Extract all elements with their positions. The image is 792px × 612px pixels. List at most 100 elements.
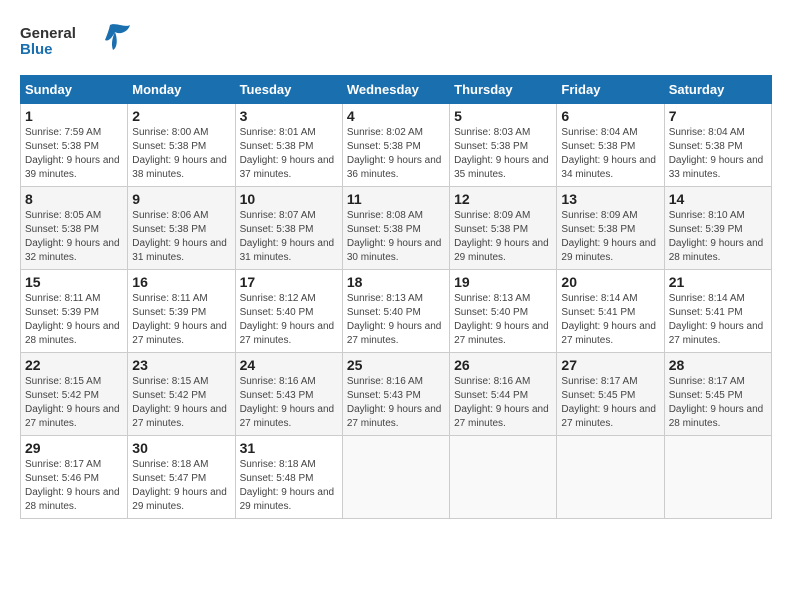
calendar-week-5: 29 Sunrise: 8:17 AM Sunset: 5:46 PM Dayl…: [21, 436, 772, 519]
sunrise-label: Sunrise: 8:10 AM: [669, 210, 745, 221]
calendar-week-2: 8 Sunrise: 8:05 AM Sunset: 5:38 PM Dayli…: [21, 187, 772, 270]
sunset-label: Sunset: 5:38 PM: [347, 141, 421, 152]
sunset-label: Sunset: 5:38 PM: [25, 224, 99, 235]
svg-text:Blue: Blue: [20, 41, 53, 58]
day-info: Sunrise: 8:12 AM Sunset: 5:40 PM Dayligh…: [240, 292, 338, 348]
sunset-label: Sunset: 5:43 PM: [347, 390, 421, 401]
calendar-cell: 21 Sunrise: 8:14 AM Sunset: 5:41 PM Dayl…: [664, 270, 771, 353]
day-info: Sunrise: 8:05 AM Sunset: 5:38 PM Dayligh…: [25, 209, 123, 265]
sunrise-label: Sunrise: 8:15 AM: [25, 376, 101, 387]
daylight-label: Daylight: 9 hours and 28 minutes.: [669, 238, 764, 263]
calendar-cell: 2 Sunrise: 8:00 AM Sunset: 5:38 PM Dayli…: [128, 104, 235, 187]
sunset-label: Sunset: 5:43 PM: [240, 390, 314, 401]
sunset-label: Sunset: 5:41 PM: [561, 307, 635, 318]
sunrise-label: Sunrise: 8:04 AM: [561, 127, 637, 138]
day-info: Sunrise: 7:59 AM Sunset: 5:38 PM Dayligh…: [25, 126, 123, 182]
day-info: Sunrise: 8:03 AM Sunset: 5:38 PM Dayligh…: [454, 126, 552, 182]
daylight-label: Daylight: 9 hours and 28 minutes.: [25, 487, 120, 512]
calendar-cell: 14 Sunrise: 8:10 AM Sunset: 5:39 PM Dayl…: [664, 187, 771, 270]
day-number: 19: [454, 274, 552, 290]
calendar-cell: 7 Sunrise: 8:04 AM Sunset: 5:38 PM Dayli…: [664, 104, 771, 187]
sunset-label: Sunset: 5:46 PM: [25, 473, 99, 484]
daylight-label: Daylight: 9 hours and 39 minutes.: [25, 155, 120, 180]
sunset-label: Sunset: 5:38 PM: [132, 224, 206, 235]
day-info: Sunrise: 8:08 AM Sunset: 5:38 PM Dayligh…: [347, 209, 445, 265]
day-number: 24: [240, 357, 338, 373]
daylight-label: Daylight: 9 hours and 27 minutes.: [561, 321, 656, 346]
calendar-cell: 26 Sunrise: 8:16 AM Sunset: 5:44 PM Dayl…: [450, 353, 557, 436]
day-number: 31: [240, 440, 338, 456]
sunrise-label: Sunrise: 8:16 AM: [347, 376, 423, 387]
day-info: Sunrise: 8:17 AM Sunset: 5:45 PM Dayligh…: [561, 375, 659, 431]
sunset-label: Sunset: 5:39 PM: [25, 307, 99, 318]
calendar-cell: 28 Sunrise: 8:17 AM Sunset: 5:45 PM Dayl…: [664, 353, 771, 436]
day-info: Sunrise: 8:17 AM Sunset: 5:45 PM Dayligh…: [669, 375, 767, 431]
weekday-header-saturday: Saturday: [664, 76, 771, 104]
day-number: 26: [454, 357, 552, 373]
sunset-label: Sunset: 5:40 PM: [454, 307, 528, 318]
sunset-label: Sunset: 5:39 PM: [669, 224, 743, 235]
calendar-cell: 18 Sunrise: 8:13 AM Sunset: 5:40 PM Dayl…: [342, 270, 449, 353]
sunset-label: Sunset: 5:38 PM: [669, 141, 743, 152]
day-info: Sunrise: 8:15 AM Sunset: 5:42 PM Dayligh…: [132, 375, 230, 431]
sunset-label: Sunset: 5:38 PM: [561, 141, 635, 152]
day-info: Sunrise: 8:18 AM Sunset: 5:48 PM Dayligh…: [240, 458, 338, 514]
weekday-header-friday: Friday: [557, 76, 664, 104]
day-info: Sunrise: 8:00 AM Sunset: 5:38 PM Dayligh…: [132, 126, 230, 182]
sunset-label: Sunset: 5:45 PM: [669, 390, 743, 401]
weekday-header-monday: Monday: [128, 76, 235, 104]
day-info: Sunrise: 8:14 AM Sunset: 5:41 PM Dayligh…: [561, 292, 659, 348]
sunrise-label: Sunrise: 8:03 AM: [454, 127, 530, 138]
sunset-label: Sunset: 5:48 PM: [240, 473, 314, 484]
sunset-label: Sunset: 5:38 PM: [240, 224, 314, 235]
day-info: Sunrise: 8:13 AM Sunset: 5:40 PM Dayligh…: [454, 292, 552, 348]
calendar-cell: 9 Sunrise: 8:06 AM Sunset: 5:38 PM Dayli…: [128, 187, 235, 270]
sunset-label: Sunset: 5:38 PM: [454, 224, 528, 235]
sunrise-label: Sunrise: 8:17 AM: [669, 376, 745, 387]
sunrise-label: Sunrise: 8:06 AM: [132, 210, 208, 221]
sunset-label: Sunset: 5:38 PM: [347, 224, 421, 235]
day-number: 30: [132, 440, 230, 456]
day-number: 16: [132, 274, 230, 290]
day-info: Sunrise: 8:13 AM Sunset: 5:40 PM Dayligh…: [347, 292, 445, 348]
calendar-cell: [342, 436, 449, 519]
logo-text: General Blue: [20, 20, 140, 65]
day-number: 12: [454, 191, 552, 207]
sunrise-label: Sunrise: 8:18 AM: [240, 459, 316, 470]
day-info: Sunrise: 8:07 AM Sunset: 5:38 PM Dayligh…: [240, 209, 338, 265]
calendar-cell: 13 Sunrise: 8:09 AM Sunset: 5:38 PM Dayl…: [557, 187, 664, 270]
daylight-label: Daylight: 9 hours and 27 minutes.: [561, 404, 656, 429]
day-number: 15: [25, 274, 123, 290]
calendar-cell: 12 Sunrise: 8:09 AM Sunset: 5:38 PM Dayl…: [450, 187, 557, 270]
calendar-cell: 4 Sunrise: 8:02 AM Sunset: 5:38 PM Dayli…: [342, 104, 449, 187]
sunset-label: Sunset: 5:40 PM: [240, 307, 314, 318]
day-info: Sunrise: 8:11 AM Sunset: 5:39 PM Dayligh…: [132, 292, 230, 348]
calendar-cell: 20 Sunrise: 8:14 AM Sunset: 5:41 PM Dayl…: [557, 270, 664, 353]
calendar-cell: 31 Sunrise: 8:18 AM Sunset: 5:48 PM Dayl…: [235, 436, 342, 519]
calendar-cell: 22 Sunrise: 8:15 AM Sunset: 5:42 PM Dayl…: [21, 353, 128, 436]
calendar-cell: 6 Sunrise: 8:04 AM Sunset: 5:38 PM Dayli…: [557, 104, 664, 187]
logo: General Blue: [20, 20, 140, 65]
sunrise-label: Sunrise: 8:05 AM: [25, 210, 101, 221]
daylight-label: Daylight: 9 hours and 29 minutes.: [454, 238, 549, 263]
sunset-label: Sunset: 5:38 PM: [454, 141, 528, 152]
sunrise-label: Sunrise: 8:15 AM: [132, 376, 208, 387]
daylight-label: Daylight: 9 hours and 38 minutes.: [132, 155, 227, 180]
calendar-cell: 17 Sunrise: 8:12 AM Sunset: 5:40 PM Dayl…: [235, 270, 342, 353]
sunset-label: Sunset: 5:42 PM: [25, 390, 99, 401]
weekday-header-sunday: Sunday: [21, 76, 128, 104]
calendar-cell: [664, 436, 771, 519]
sunrise-label: Sunrise: 8:14 AM: [561, 293, 637, 304]
sunrise-label: Sunrise: 8:16 AM: [240, 376, 316, 387]
sunset-label: Sunset: 5:38 PM: [561, 224, 635, 235]
weekday-header-tuesday: Tuesday: [235, 76, 342, 104]
day-number: 28: [669, 357, 767, 373]
day-info: Sunrise: 8:04 AM Sunset: 5:38 PM Dayligh…: [669, 126, 767, 182]
sunrise-label: Sunrise: 8:04 AM: [669, 127, 745, 138]
day-number: 29: [25, 440, 123, 456]
day-number: 11: [347, 191, 445, 207]
calendar-cell: 11 Sunrise: 8:08 AM Sunset: 5:38 PM Dayl…: [342, 187, 449, 270]
day-number: 10: [240, 191, 338, 207]
daylight-label: Daylight: 9 hours and 33 minutes.: [669, 155, 764, 180]
sunrise-label: Sunrise: 8:17 AM: [561, 376, 637, 387]
